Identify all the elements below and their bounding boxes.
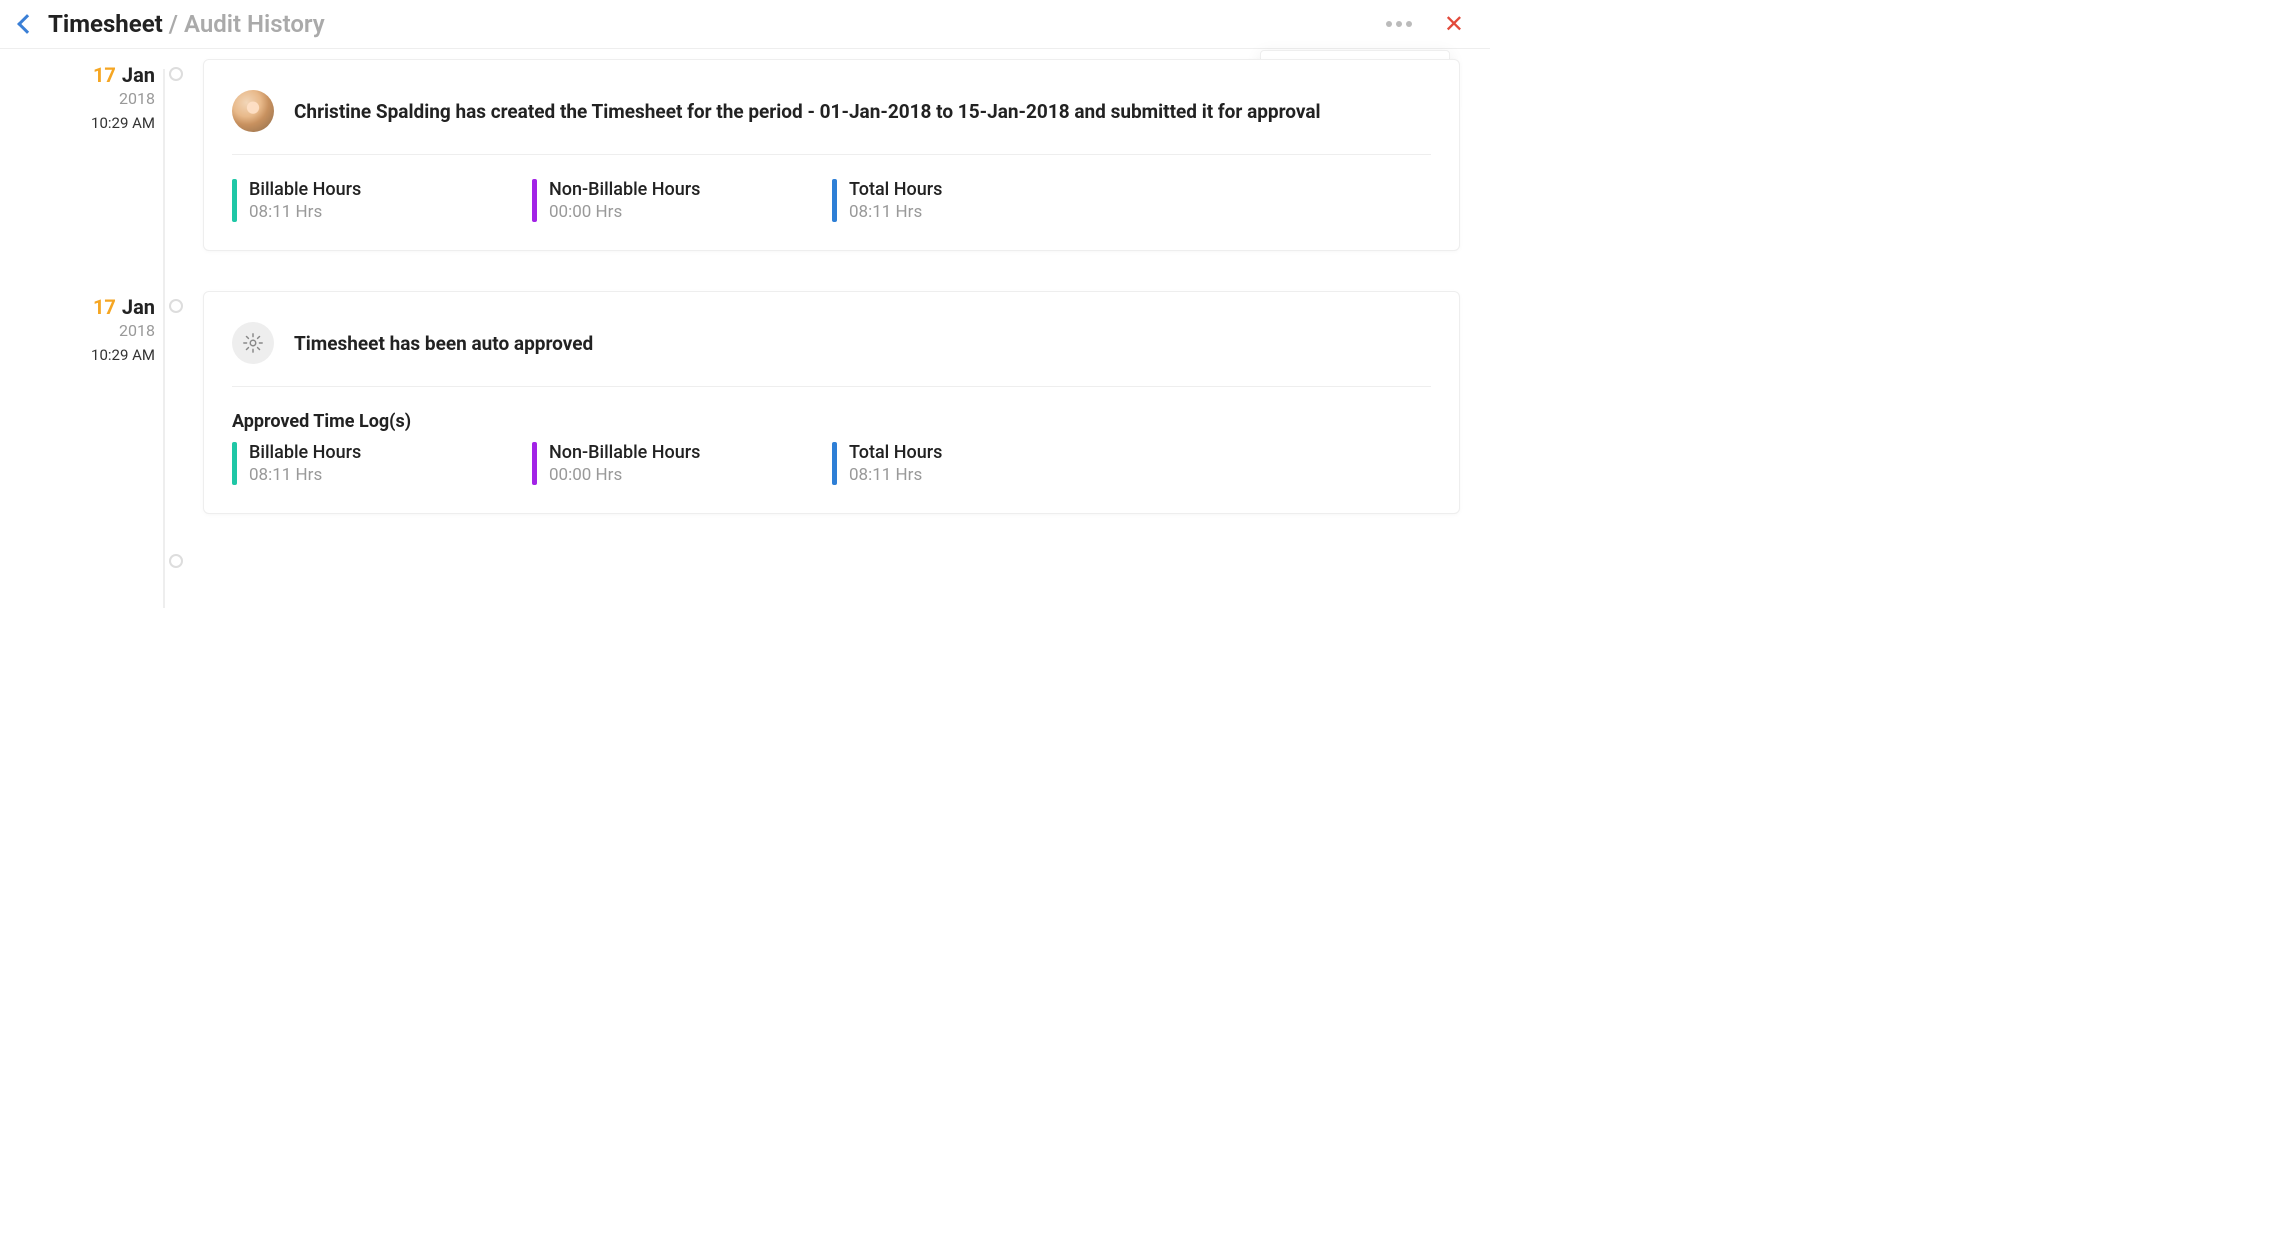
date-month: Jan xyxy=(122,63,155,87)
stat-value: 08:11 Hrs xyxy=(849,202,942,222)
date-time: 10:29 AM xyxy=(30,114,155,132)
timeline-dot xyxy=(169,67,183,81)
card-header: Christine Spalding has created the Times… xyxy=(232,90,1431,155)
stat-bar-icon xyxy=(532,179,537,222)
timeline-content: 17Jan 2018 10:29 AM Christine Spalding h… xyxy=(0,49,1490,608)
breadcrumb-main[interactable]: Timesheet xyxy=(48,10,163,38)
stat-label: Total Hours xyxy=(849,442,942,463)
date-month: Jan xyxy=(122,295,155,319)
back-icon[interactable] xyxy=(17,14,37,34)
audit-entry: 17Jan 2018 10:29 AM Timesheet has been a… xyxy=(30,291,1460,514)
card-header: Timesheet has been auto approved xyxy=(232,322,1431,387)
stat-bar-icon xyxy=(232,442,237,485)
stat-bar-icon xyxy=(832,179,837,222)
entry-date: 17Jan 2018 10:29 AM xyxy=(30,291,155,364)
entry-date: 17Jan 2018 10:29 AM xyxy=(30,59,155,132)
date-day: 17 xyxy=(93,63,116,87)
stats-row: Billable Hours 08:11 Hrs Non-Billable Ho… xyxy=(232,442,1431,485)
stat-label: Total Hours xyxy=(849,179,942,200)
stat-label: Billable Hours xyxy=(249,179,361,200)
breadcrumb-separator: / xyxy=(169,10,178,38)
section-title: Approved Time Log(s) xyxy=(232,411,1431,432)
stat-value: 08:11 Hrs xyxy=(249,465,361,485)
stat-value: 08:11 Hrs xyxy=(249,202,361,222)
date-day: 17 xyxy=(93,295,116,319)
stat-nonbillable: Non-Billable Hours 00:00 Hrs xyxy=(532,442,832,485)
stat-bar-icon xyxy=(232,179,237,222)
date-year: 2018 xyxy=(30,89,155,108)
audit-card: Christine Spalding has created the Times… xyxy=(203,59,1460,251)
more-options-button[interactable] xyxy=(1380,15,1418,33)
stat-total: Total Hours 08:11 Hrs xyxy=(832,442,1132,485)
audit-card: Timesheet has been auto approved Approve… xyxy=(203,291,1460,514)
timeline-dot xyxy=(169,554,183,568)
card-title: Christine Spalding has created the Times… xyxy=(294,100,1321,123)
stat-total: Total Hours 08:11 Hrs xyxy=(832,179,1132,222)
stat-bar-icon xyxy=(532,442,537,485)
stats-row: Billable Hours 08:11 Hrs Non-Billable Ho… xyxy=(232,179,1431,222)
audit-entry: 17Jan 2018 10:29 AM Christine Spalding h… xyxy=(30,59,1460,251)
stat-value: 00:00 Hrs xyxy=(549,465,700,485)
header: Timesheet / Audit History ✕ Print xyxy=(0,0,1490,49)
system-icon xyxy=(232,322,274,364)
stat-label: Non-Billable Hours xyxy=(549,442,700,463)
breadcrumb-sub: Audit History xyxy=(184,10,325,38)
date-time: 10:29 AM xyxy=(30,346,155,364)
timeline-dot xyxy=(169,299,183,313)
user-avatar xyxy=(232,90,274,132)
stat-nonbillable: Non-Billable Hours 00:00 Hrs xyxy=(532,179,832,222)
card-title: Timesheet has been auto approved xyxy=(294,332,593,355)
stat-value: 00:00 Hrs xyxy=(549,202,700,222)
close-button[interactable]: ✕ xyxy=(1438,12,1470,36)
stat-bar-icon xyxy=(832,442,837,485)
timeline-end xyxy=(30,554,1460,568)
date-year: 2018 xyxy=(30,321,155,340)
stat-billable: Billable Hours 08:11 Hrs xyxy=(232,442,532,485)
stat-billable: Billable Hours 08:11 Hrs xyxy=(232,179,532,222)
stat-label: Billable Hours xyxy=(249,442,361,463)
stat-label: Non-Billable Hours xyxy=(549,179,700,200)
stat-value: 08:11 Hrs xyxy=(849,465,942,485)
